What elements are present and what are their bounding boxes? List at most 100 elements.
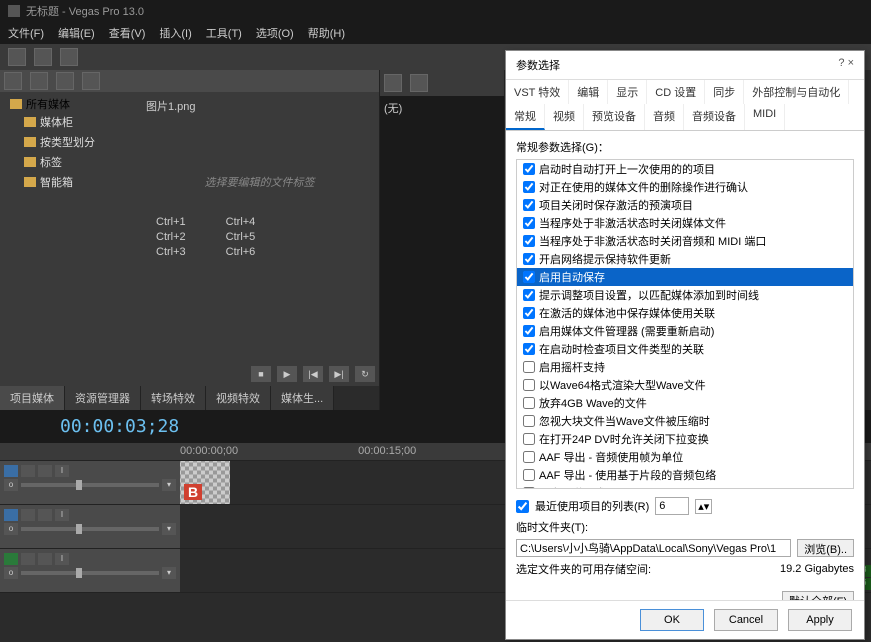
option-item[interactable]: AAF 导出 - 使用基于片段的音频包络 (517, 466, 853, 484)
track-type-icon[interactable] (4, 465, 18, 477)
toolbar-save-icon[interactable] (60, 48, 78, 66)
option-checkbox[interactable] (523, 415, 535, 427)
track-mute-icon[interactable] (21, 509, 35, 521)
apply-button[interactable]: Apply (788, 609, 852, 631)
option-item[interactable]: 开启网络提示保持软件更新 (517, 250, 853, 268)
option-checkbox[interactable] (523, 343, 535, 355)
tab-explorer[interactable]: 资源管理器 (65, 386, 141, 410)
next-icon[interactable]: ▶| (329, 366, 349, 382)
option-item[interactable]: 启用媒体文件管理器 (需要重新启动) (517, 322, 853, 340)
tab-project-media[interactable]: 项目媒体 (0, 386, 65, 410)
option-item[interactable]: 放弃4GB Wave的文件 (517, 394, 853, 412)
media-tool-icon[interactable] (56, 72, 74, 90)
stop-icon[interactable]: ■ (251, 366, 271, 382)
track-solo-icon[interactable] (38, 553, 52, 565)
ok-button[interactable]: OK (640, 609, 704, 631)
tab-editing[interactable]: 编辑 (569, 80, 608, 104)
preview-tool-icon[interactable] (384, 74, 402, 92)
option-item[interactable]: 启动时自动打开上一次使用的的项目 (517, 160, 853, 178)
recent-checkbox[interactable] (516, 500, 529, 513)
option-item[interactable]: 在激活的媒体池中保存媒体使用关联 (517, 304, 853, 322)
cancel-button[interactable]: Cancel (714, 609, 778, 631)
menu-options[interactable]: 选项(O) (256, 25, 294, 41)
prev-icon[interactable]: |◀ (303, 366, 323, 382)
media-tool-icon[interactable] (4, 72, 22, 90)
option-item[interactable]: 忽视大块文件当Wave文件被压缩时 (517, 412, 853, 430)
tab-transitions[interactable]: 转场特效 (141, 386, 206, 410)
level-slider[interactable] (21, 527, 159, 531)
option-checkbox[interactable] (523, 469, 535, 481)
spinner-icon[interactable]: ▴▾ (695, 499, 712, 514)
option-item[interactable]: 以多通道形式导入 MXF (517, 484, 853, 489)
tree-item[interactable]: 智能箱 (4, 172, 136, 192)
temp-path-input[interactable] (516, 539, 791, 557)
video-clip[interactable]: B (180, 461, 230, 504)
option-item[interactable]: 启用摇杆支持 (517, 358, 853, 376)
menu-insert[interactable]: 插入(I) (159, 25, 191, 41)
option-item[interactable]: 启用自动保存 (517, 268, 853, 286)
option-checkbox[interactable] (523, 235, 535, 247)
track-solo-icon[interactable] (38, 465, 52, 477)
tree-root[interactable]: 所有媒体 (4, 96, 136, 112)
track-type-icon[interactable] (4, 509, 18, 521)
option-checkbox[interactable] (523, 379, 535, 391)
track-header[interactable]: I o ▾ (0, 461, 180, 504)
recent-count-input[interactable] (655, 497, 689, 515)
track-fx-icon[interactable]: I (55, 465, 69, 477)
media-tool-icon[interactable] (30, 72, 48, 90)
toolbar-new-icon[interactable] (8, 48, 26, 66)
tree-item[interactable]: 按类型划分 (4, 132, 136, 152)
option-checkbox[interactable] (523, 487, 535, 489)
browse-button[interactable]: 浏览(B).. (797, 539, 854, 557)
menu-tools[interactable]: 工具(T) (206, 25, 242, 41)
track-solo-icon[interactable] (38, 509, 52, 521)
tab-generators[interactable]: 媒体生... (271, 386, 334, 410)
media-tool-icon[interactable] (82, 72, 100, 90)
tab-display[interactable]: 显示 (608, 80, 647, 104)
menu-edit[interactable]: 编辑(E) (58, 25, 95, 41)
tab-general[interactable]: 常规 (506, 104, 545, 130)
options-list[interactable]: 启动时自动打开上一次使用的的项目对正在使用的媒体文件的删除操作进行确认项目关闭时… (516, 159, 854, 489)
option-checkbox[interactable] (523, 397, 535, 409)
track-fx-icon[interactable]: I (55, 553, 69, 565)
level-slider[interactable] (21, 483, 159, 487)
level-icon[interactable]: o (4, 523, 18, 535)
play-icon[interactable]: ▶ (277, 366, 297, 382)
option-checkbox[interactable] (523, 451, 535, 463)
option-checkbox[interactable] (523, 325, 535, 337)
tab-vst[interactable]: VST 特效 (506, 80, 569, 104)
tab-external[interactable]: 外部控制与自动化 (744, 80, 849, 104)
help-button[interactable]: ? (838, 57, 844, 69)
level-icon[interactable]: o (4, 479, 18, 491)
tab-sync[interactable]: 同步 (705, 80, 744, 104)
option-item[interactable]: 以Wave64格式渲染大型Wave文件 (517, 376, 853, 394)
pan-icon[interactable]: ▾ (162, 479, 176, 491)
option-item[interactable]: 在启动时检查项目文件类型的关联 (517, 340, 853, 358)
defaults-button[interactable]: 默认全部(F) (782, 591, 854, 600)
option-checkbox[interactable] (523, 307, 535, 319)
track-header[interactable]: I o ▾ (0, 505, 180, 548)
tab-audio-device[interactable]: 音频设备 (684, 104, 745, 130)
track-mute-icon[interactable] (21, 465, 35, 477)
preview-tool-icon[interactable] (410, 74, 428, 92)
option-checkbox[interactable] (523, 217, 535, 229)
track-mute-icon[interactable] (21, 553, 35, 565)
option-item[interactable]: 当程序处于非激活状态时关闭音频和 MIDI 端口 (517, 232, 853, 250)
option-checkbox[interactable] (523, 361, 535, 373)
toolbar-open-icon[interactable] (34, 48, 52, 66)
option-item[interactable]: 在打开24P DV时允许关闭下拉变换 (517, 430, 853, 448)
track-header[interactable]: I o ▾ (0, 549, 180, 592)
option-checkbox[interactable] (523, 289, 535, 301)
option-checkbox[interactable] (523, 181, 535, 193)
tree-item[interactable]: 标签 (4, 152, 136, 172)
pan-icon[interactable]: ▾ (162, 523, 176, 535)
tab-cd[interactable]: CD 设置 (647, 80, 705, 104)
loop-icon[interactable]: ↻ (355, 366, 375, 382)
option-checkbox[interactable] (523, 253, 535, 265)
option-item[interactable]: AAF 导出 - 音频使用帧为单位 (517, 448, 853, 466)
tab-preview-device[interactable]: 预览设备 (584, 104, 645, 130)
option-checkbox[interactable] (523, 163, 535, 175)
tab-video-fx[interactable]: 视频特效 (206, 386, 271, 410)
thumb-label[interactable]: 图片1.png (146, 101, 196, 113)
vol-slider[interactable] (21, 571, 159, 575)
